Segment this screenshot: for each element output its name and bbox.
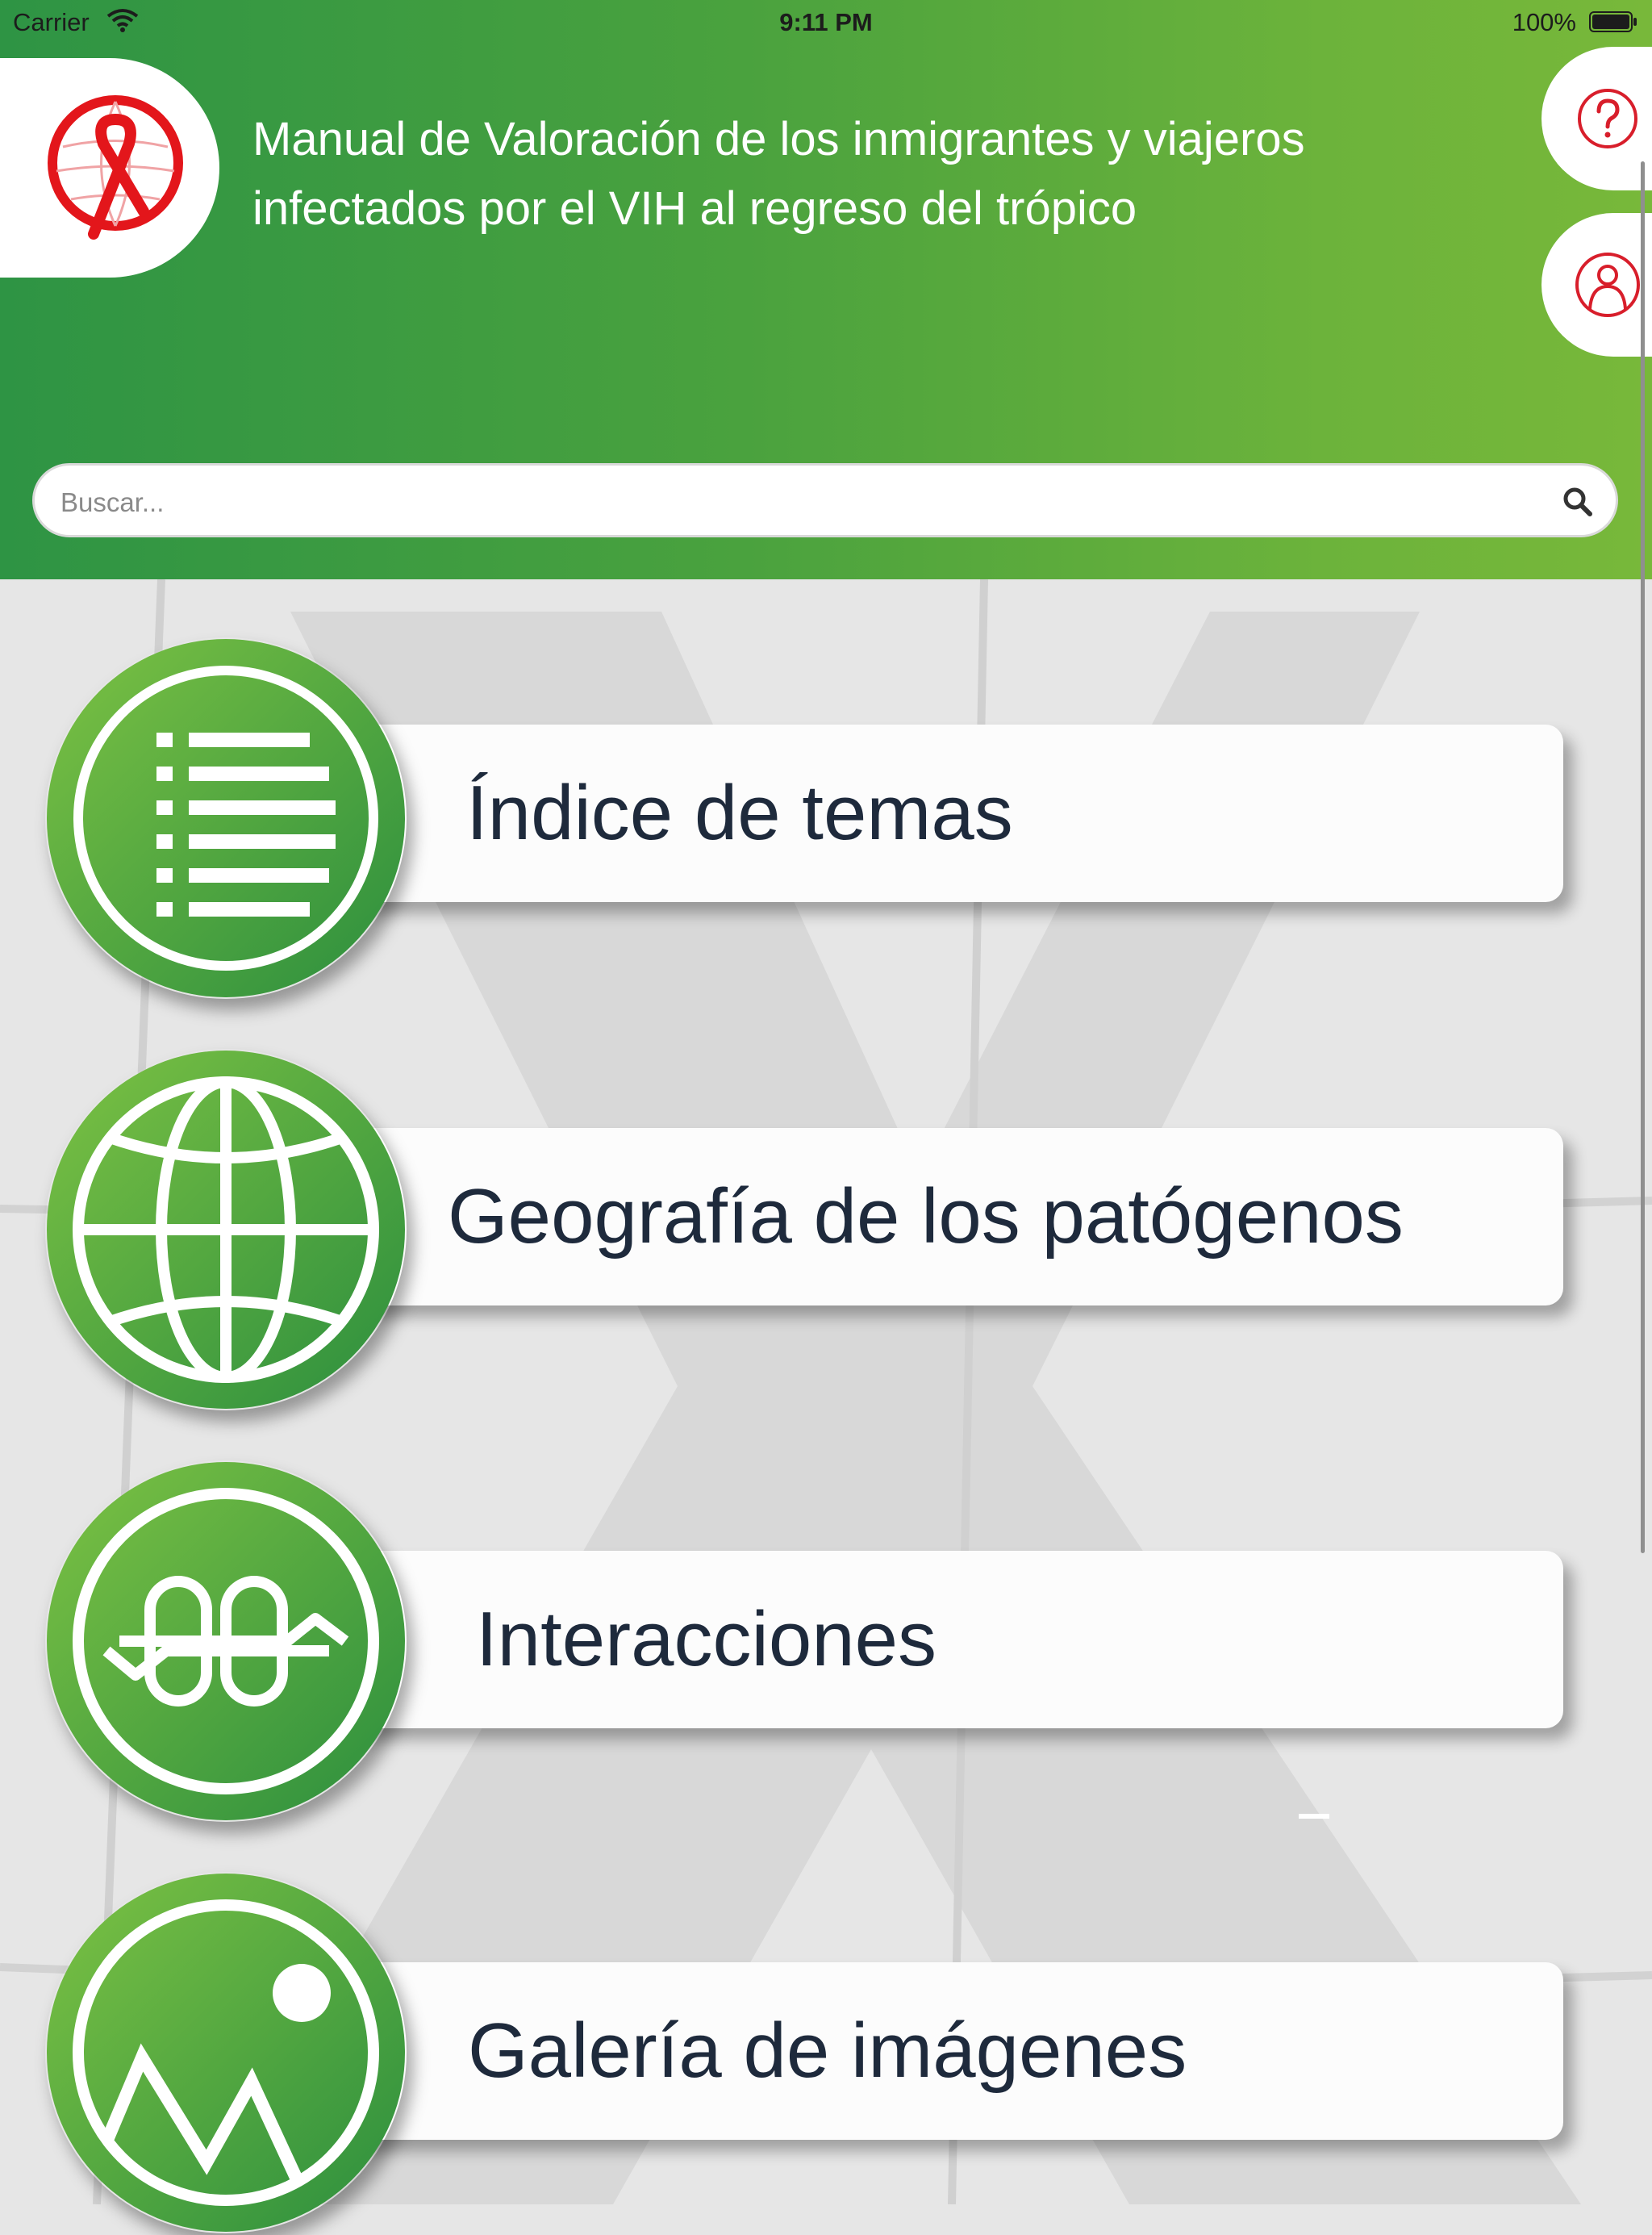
menu-icon-index[interactable] — [45, 637, 407, 999]
image-gallery-icon — [47, 1874, 405, 2232]
clock: 9:11 PM — [779, 8, 873, 36]
menu-icon-gallery[interactable] — [45, 1872, 407, 2233]
menu-card-interactions[interactable]: Interacciones — [242, 1551, 1563, 1728]
interactions-icon — [47, 1462, 405, 1820]
menu-item-index[interactable]: Índice de temas — [0, 637, 1652, 1001]
app-title-line2: infectados por el VIH al regreso del tró… — [252, 182, 1137, 235]
menu-item-gallery[interactable]: Galería de imágenes — [0, 1872, 1652, 2235]
profile-button[interactable] — [1541, 213, 1652, 357]
menu-item-interactions[interactable]: Interacciones — [0, 1460, 1652, 1824]
menu-item-geography[interactable]: Geografía de los patógenos — [0, 1049, 1652, 1412]
user-profile-icon — [1575, 253, 1640, 317]
menu-label-interactions: Interacciones — [476, 1596, 937, 1682]
app-title-line1: Manual de Valoración de los inmigrantes … — [252, 113, 1305, 165]
battery-icon — [1589, 11, 1637, 32]
list-index-icon — [47, 639, 405, 997]
menu-card-gallery[interactable]: Galería de imágenes — [242, 1962, 1563, 2140]
app-header: Carrier 9:11 PM 100% Manual de Valoració… — [0, 0, 1652, 579]
search-icon[interactable] — [1561, 485, 1595, 519]
globe-icon — [47, 1051, 405, 1409]
menu-icon-geography[interactable] — [45, 1049, 407, 1410]
menu-card-geography[interactable]: Geografía de los patógenos — [242, 1128, 1563, 1305]
search-input[interactable] — [59, 480, 1530, 525]
menu-label-gallery: Galería de imágenes — [468, 2007, 1187, 2094]
logo-badge[interactable] — [0, 58, 219, 278]
battery-percent: 100% — [1512, 8, 1576, 36]
menu-icon-interactions[interactable] — [45, 1460, 407, 1822]
menu-card-index[interactable]: Índice de temas — [242, 725, 1563, 902]
menu-label-geography: Geografía de los patógenos — [448, 1173, 1404, 1260]
app-title: Manual de Valoración de los inmigrantes … — [252, 105, 1422, 244]
hiv-ribbon-globe-logo-icon — [48, 95, 183, 240]
status-bar: Carrier 9:11 PM 100% — [0, 0, 1652, 45]
help-button[interactable] — [1541, 47, 1652, 190]
menu-label-index: Índice de temas — [466, 770, 1013, 856]
search-bar — [32, 463, 1618, 537]
question-circle-icon — [1578, 89, 1637, 148]
